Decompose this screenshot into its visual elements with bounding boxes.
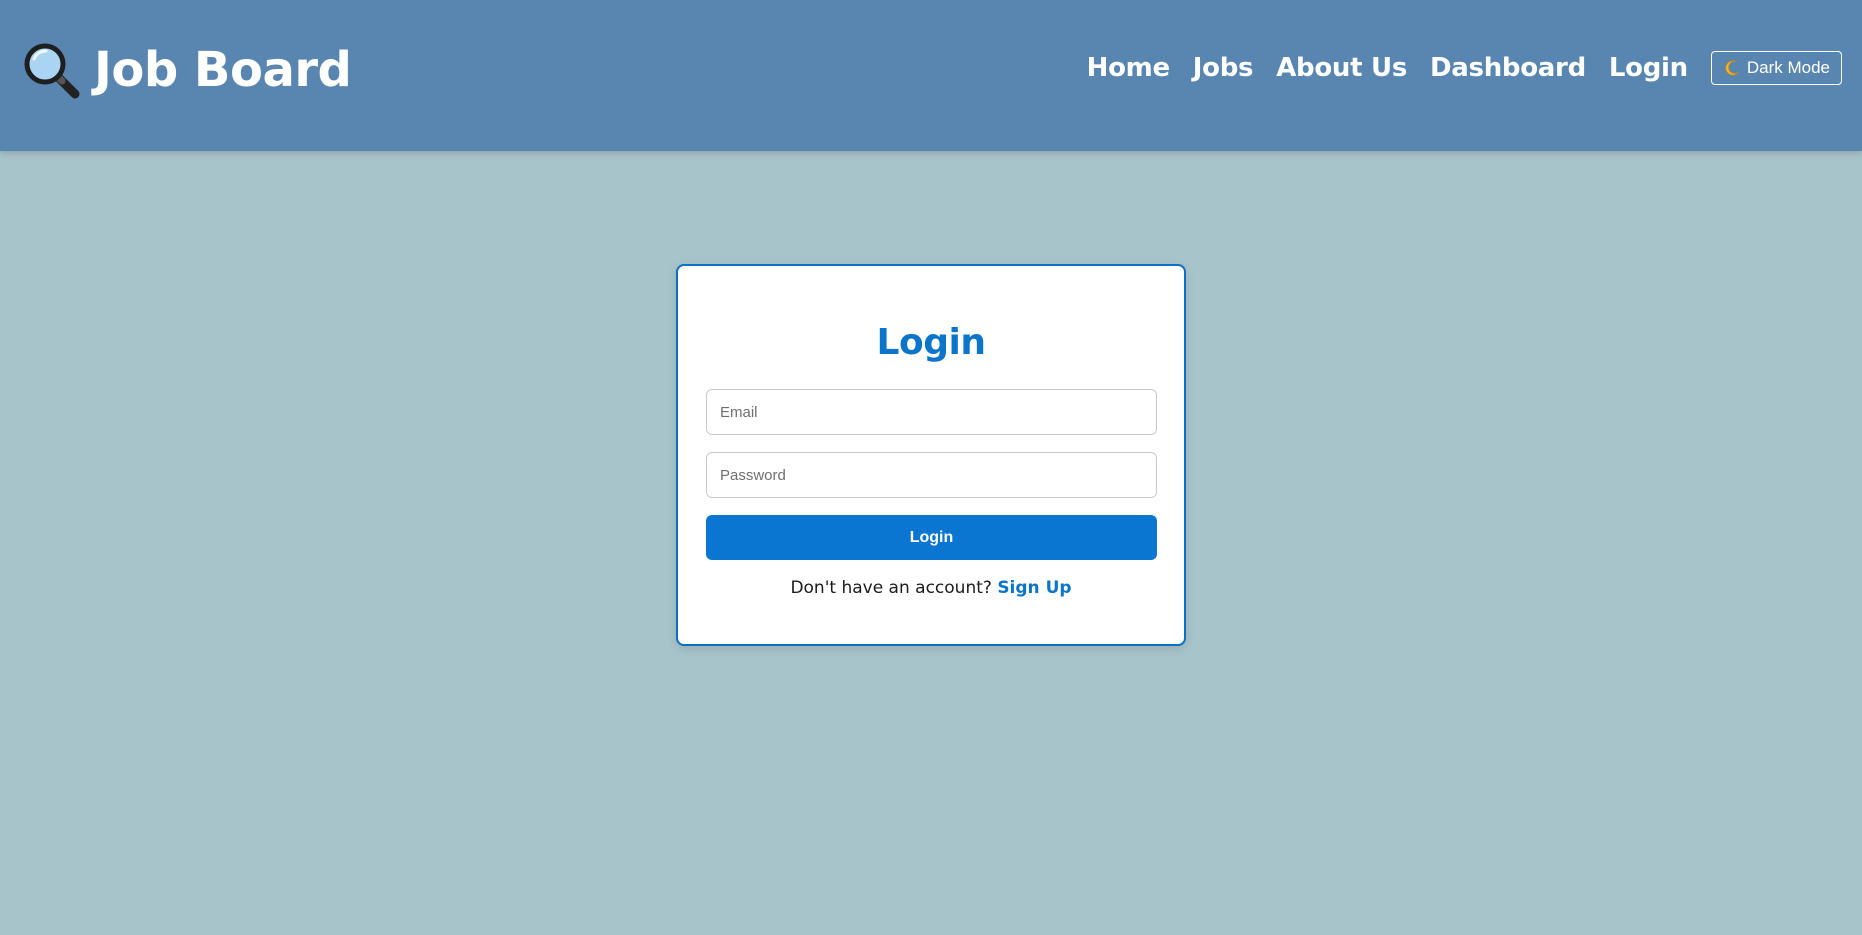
nav-home[interactable]: Home [1087,53,1170,83]
nav-login[interactable]: Login [1609,53,1688,83]
brand[interactable]: Job Board [22,40,352,100]
magnifying-glass-icon [24,43,80,99]
nav-about-us[interactable]: About Us [1276,53,1407,83]
signup-prompt: Don't have an account? [790,578,992,598]
password-input[interactable] [706,452,1157,498]
nav-jobs[interactable]: Jobs [1193,53,1254,83]
login-submit-button[interactable]: Login [706,515,1157,560]
brand-title: Job Board [94,42,352,98]
login-title: Login [876,322,986,363]
moon-icon [1725,60,1739,76]
dark-mode-button[interactable]: Dark Mode [1710,51,1842,85]
login-card: Login Login Don't have an account? Sign … [676,264,1186,646]
main-nav: Home Jobs About Us Dashboard Login Dark … [1087,48,1842,88]
site-header: Job Board Home Jobs About Us Dashboard L… [0,0,1862,151]
email-input[interactable] [706,389,1157,435]
dark-mode-label: Dark Mode [1746,58,1830,77]
nav-dashboard[interactable]: Dashboard [1430,53,1586,83]
signup-prompt-line: Don't have an account? Sign Up [678,578,1184,598]
signup-link[interactable]: Sign Up [997,578,1071,598]
